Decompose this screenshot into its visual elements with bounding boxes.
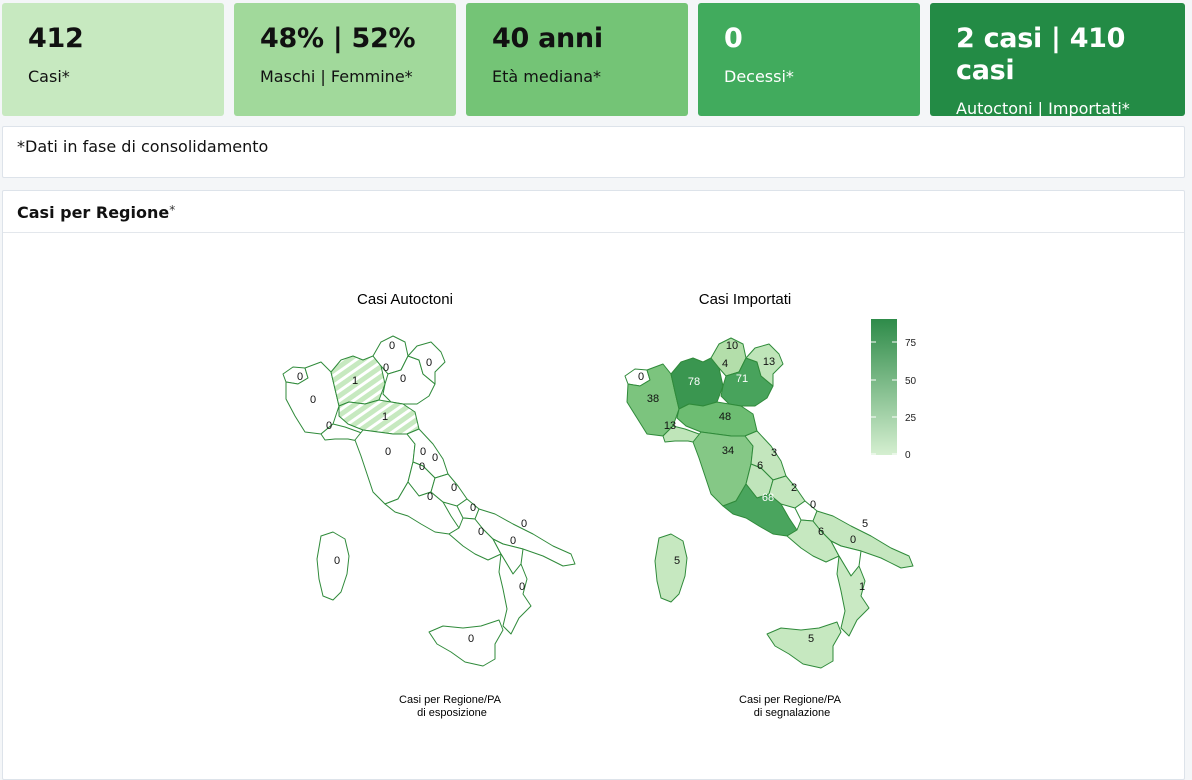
map-autoctoni-label: 0 xyxy=(426,357,432,369)
region-sicilia xyxy=(766,621,842,669)
region-sicilia xyxy=(428,619,504,667)
legend-tick: 50 xyxy=(905,376,917,387)
map-importati-label: 2 xyxy=(791,482,797,494)
map-autoctoni-caption-2: di esposizione xyxy=(417,707,487,719)
map-autoctoni-label: 0 xyxy=(383,362,389,374)
map-autoctoni-label: 0 xyxy=(400,373,406,385)
map-autoctoni-label: 0 xyxy=(385,446,391,458)
panel-title: Casi per Regione xyxy=(17,203,170,222)
map-autoctoni-title: Casi Autoctoni xyxy=(357,291,453,308)
panel-title-star: * xyxy=(169,203,176,217)
kpi-cases-value: 412 xyxy=(28,23,84,54)
map-importati-label: 10 xyxy=(726,340,738,352)
map-autoctoni-label: 0 xyxy=(519,581,525,593)
map-importati-label: 34 xyxy=(722,445,734,457)
consolidation-note: *Dati in fase di consolidamento xyxy=(2,126,1185,178)
kpi-deaths-value: 0 xyxy=(724,23,743,54)
kpi-deaths: 0 Decessi* xyxy=(698,3,920,116)
map-importati-label: 13 xyxy=(664,420,676,432)
legend-colorbar xyxy=(871,319,897,455)
map-importati-label: 3 xyxy=(771,447,777,459)
map-autoctoni-label: 0 xyxy=(419,461,425,473)
map-importati-label: 0 xyxy=(810,499,816,511)
map-importati-label: 48 xyxy=(719,411,731,423)
kpi-row: 412 Casi* 48% | 52% Maschi | Femmine* 40… xyxy=(0,0,1192,120)
kpi-sex-label: Maschi | Femmine* xyxy=(260,67,413,86)
map-autoctoni-label: 0 xyxy=(451,482,457,494)
map-autoctoni-label: 0 xyxy=(468,633,474,645)
kpi-deaths-label: Decessi* xyxy=(724,67,794,86)
map-autoctoni-label: 0 xyxy=(297,371,303,383)
map-autoctoni-caption-1: Casi per Regione/PA xyxy=(399,694,502,706)
map-autoctoni-label: 0 xyxy=(432,452,438,464)
map-importati-caption-2: di segnalazione xyxy=(754,707,830,719)
map-importati-label: 6 xyxy=(757,460,763,472)
map-importati-title: Casi Importati xyxy=(699,291,792,308)
map-importati-label: 13 xyxy=(763,356,775,368)
legend-tick: 25 xyxy=(905,413,917,424)
map-autoctoni-label: 0 xyxy=(427,491,433,503)
map-autoctoni-label: 0 xyxy=(420,446,426,458)
map-importati-label: 5 xyxy=(862,518,868,530)
panel-header: Casi per Regione* xyxy=(3,191,1184,233)
color-legend: 75 50 25 0 xyxy=(871,319,917,461)
map-importati-caption-1: Casi per Regione/PA xyxy=(739,694,842,706)
map-importati-label: 6 xyxy=(818,526,824,538)
map-autoctoni-label: 0 xyxy=(510,535,516,547)
kpi-sex-value: 48% | 52% xyxy=(260,23,416,54)
kpi-age: 40 anni Età mediana* xyxy=(466,3,688,116)
map-importati-label: 4 xyxy=(722,358,728,370)
map-importati-label: 5 xyxy=(674,555,680,567)
kpi-age-label: Età mediana* xyxy=(492,67,602,86)
legend-tick: 75 xyxy=(905,338,917,349)
map-autoctoni-label: 0 xyxy=(310,394,316,406)
map-importati-label: 0 xyxy=(850,534,856,546)
map-importati-label: 38 xyxy=(647,393,659,405)
map-importati-label: 5 xyxy=(808,633,814,645)
kpi-cases-label: Casi* xyxy=(28,67,70,86)
map-autoctoni-label: 1 xyxy=(352,375,358,387)
kpi-origin: 2 casi | 410 casi Autoctoni | Importati* xyxy=(930,3,1185,118)
legend-tick: 0 xyxy=(905,450,911,461)
map-autoctoni-label: 0 xyxy=(334,555,340,567)
map-autoctoni-label: 0 xyxy=(470,502,476,514)
kpi-age-value: 40 anni xyxy=(492,23,603,54)
map-importati-label: 1 xyxy=(859,581,865,593)
map-autoctoni-label: 0 xyxy=(389,340,395,352)
map-autoctoni-label: 1 xyxy=(382,411,388,423)
region-sardegna xyxy=(654,533,688,603)
map-autoctoni-label: 0 xyxy=(478,526,484,538)
kpi-sex: 48% | 52% Maschi | Femmine* xyxy=(234,3,456,116)
map-importati-label: 78 xyxy=(688,376,700,388)
map-importati-label: 68 xyxy=(762,492,774,504)
map-importati-label: 71 xyxy=(736,373,748,385)
cases-by-region-panel: Casi per Regione* Casi Autoctoni 0 1 0 0… xyxy=(2,190,1185,780)
map-importati-label: 0 xyxy=(638,371,644,383)
map-autoctoni-label: 0 xyxy=(326,420,332,432)
kpi-origin-label: Autoctoni | Importati* xyxy=(956,99,1130,118)
maps-figure: Casi Autoctoni 0 1 0 0 0 0 0 1 0 0 0 0 0… xyxy=(282,291,917,719)
kpi-origin-value: 2 casi | 410 casi xyxy=(956,23,1126,86)
map-autoctoni-label: 0 xyxy=(521,518,527,530)
kpi-cases: 412 Casi* xyxy=(2,3,224,116)
